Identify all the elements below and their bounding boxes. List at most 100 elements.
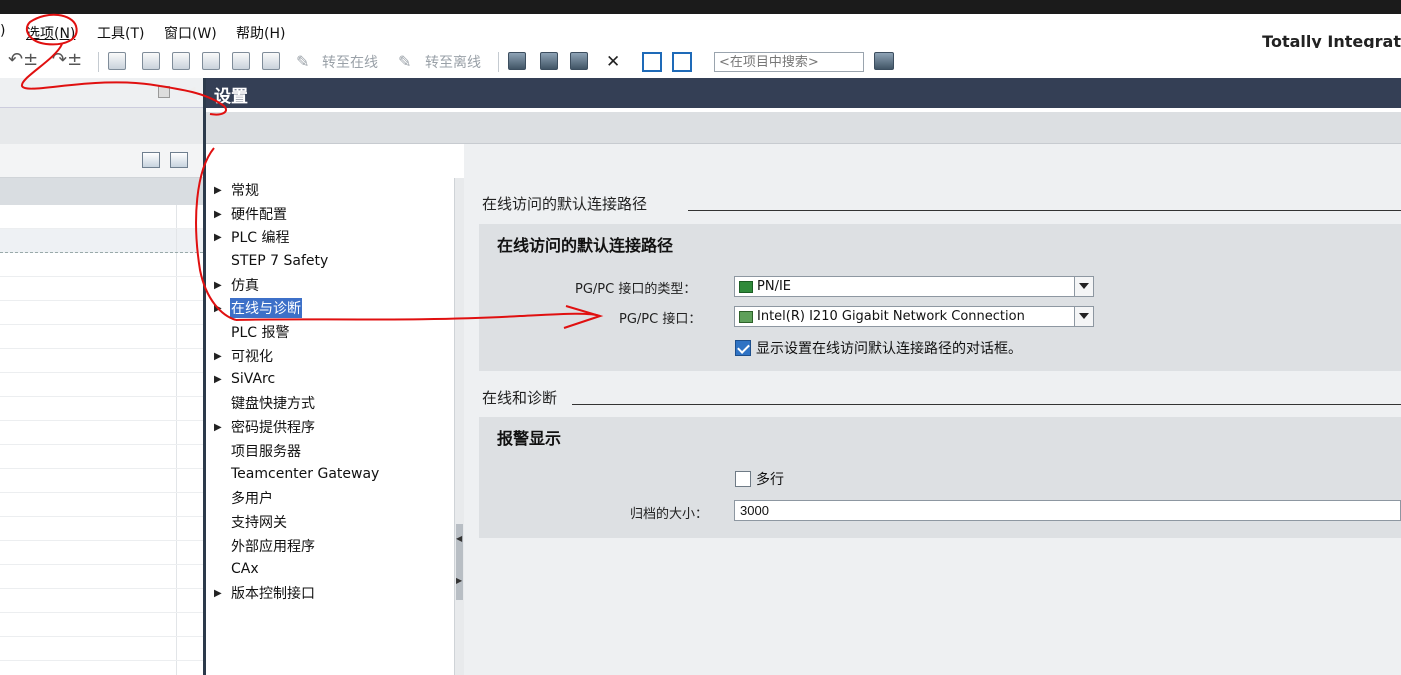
- upload-icon[interactable]: [202, 52, 220, 70]
- close-editor-icon[interactable]: ✕: [606, 52, 624, 72]
- editor-header: 设置: [206, 78, 1401, 108]
- nav-item-password-providers[interactable]: ▶ 密码提供程序: [214, 416, 316, 438]
- nav-item-cax[interactable]: CAx: [214, 558, 260, 580]
- split-horizontal-icon[interactable]: [540, 52, 558, 70]
- nav-item-sivarc[interactable]: ▶ SiVArc: [214, 368, 276, 390]
- group-title-alarm-display: 报警显示: [497, 429, 562, 448]
- layout-vertical-icon[interactable]: [672, 52, 692, 72]
- tree-row[interactable]: [0, 637, 203, 661]
- menu-item-window[interactable]: 窗口(W): [164, 23, 217, 43]
- nav-item-version-control[interactable]: ▶ 版本控制接口: [214, 582, 316, 604]
- pin-icon[interactable]: [158, 86, 170, 98]
- nav-item-keyboard-shortcuts[interactable]: 键盘快捷方式: [214, 392, 316, 414]
- add-object-icon[interactable]: [170, 152, 188, 168]
- expand-arrow-icon[interactable]: ▶: [214, 232, 230, 243]
- nav-item-hardware-config[interactable]: ▶ 硬件配置: [214, 203, 288, 225]
- menu-item-help[interactable]: 帮助(H): [236, 23, 285, 43]
- nav-item-simulation[interactable]: ▶ 仿真: [214, 274, 260, 296]
- download-icon[interactable]: [172, 52, 190, 70]
- tree-row[interactable]: [0, 493, 203, 517]
- menu-item-options[interactable]: 选项(N): [26, 23, 75, 43]
- tree-row[interactable]: [0, 205, 203, 229]
- nav-item-project-server[interactable]: 项目服务器: [214, 440, 302, 462]
- expand-arrow-icon[interactable]: ▶: [214, 588, 230, 599]
- nav-item-general[interactable]: ▶ 常规: [214, 179, 260, 201]
- network-icon: [739, 281, 753, 293]
- compile-icon[interactable]: [108, 52, 126, 70]
- page-title: 设置: [214, 87, 248, 107]
- accessible-devices-icon[interactable]: [508, 52, 526, 70]
- nav-scrollbar[interactable]: ◀ ▶: [454, 178, 464, 675]
- tree-row[interactable]: [0, 349, 203, 373]
- show-dialog-checkbox[interactable]: [735, 340, 751, 356]
- nav-item-external-apps[interactable]: 外部应用程序: [214, 535, 316, 557]
- tree-row[interactable]: [0, 565, 203, 589]
- split-vertical-icon[interactable]: [570, 52, 588, 70]
- tree-row[interactable]: [0, 661, 203, 675]
- scroll-left-icon[interactable]: ◀: [456, 534, 462, 543]
- tree-row[interactable]: [0, 421, 203, 445]
- go-online-button[interactable]: 转至在线: [322, 52, 378, 72]
- tree-row[interactable]: [0, 517, 203, 541]
- dropdown-button[interactable]: [1074, 277, 1093, 296]
- menu-item-tools[interactable]: 工具(T): [97, 23, 144, 43]
- nav-item-plc-alarms[interactable]: PLC 报警: [214, 321, 290, 343]
- pgpc-interface-select[interactable]: Intel(R) I210 Gigabit Network Connection: [734, 306, 1094, 327]
- menu-item-cut-off[interactable]: ): [0, 23, 5, 39]
- expand-arrow-icon[interactable]: ▶: [214, 351, 230, 362]
- expand-arrow-icon[interactable]: ▶: [214, 422, 230, 433]
- editor-subheader: [206, 112, 1401, 144]
- multiline-checkbox[interactable]: [735, 471, 751, 487]
- tree-row[interactable]: [0, 301, 203, 325]
- tree-row[interactable]: [0, 373, 203, 397]
- pgpc-type-label: PG/PC 接口的类型：: [575, 282, 697, 297]
- pgpc-type-select[interactable]: PN/IE: [734, 276, 1094, 297]
- tree-row[interactable]: [0, 469, 203, 493]
- expand-arrow-icon[interactable]: ▶: [214, 209, 230, 220]
- tree-row[interactable]: [0, 229, 203, 253]
- tree-row[interactable]: [0, 397, 203, 421]
- archive-size-input[interactable]: [734, 500, 1401, 521]
- tree-row[interactable]: [0, 541, 203, 565]
- project-search-input[interactable]: [714, 52, 864, 72]
- nav-item-step7-safety[interactable]: STEP 7 Safety: [214, 250, 329, 272]
- collapse-left-icon[interactable]: ◀: [183, 82, 195, 101]
- nav-item-teamcenter-gateway[interactable]: Teamcenter Gateway: [214, 463, 380, 485]
- tree-row[interactable]: [0, 613, 203, 637]
- nav-item-support-gateway[interactable]: 支持网关: [214, 511, 288, 533]
- go-online-icon[interactable]: ✎: [296, 52, 314, 71]
- nav-item-plc-programming[interactable]: ▶ PLC 编程: [214, 226, 290, 248]
- tree-row[interactable]: [0, 277, 203, 301]
- layout-horizontal-icon[interactable]: [642, 52, 662, 72]
- chevron-down-icon: [1079, 283, 1089, 289]
- overview-icon[interactable]: [142, 152, 160, 168]
- project-tree-pane: ◀: [0, 78, 203, 675]
- nav-item-multiuser[interactable]: 多用户: [214, 487, 274, 509]
- network-card-icon: [739, 311, 753, 323]
- menu-bar: ) 选项(N) 工具(T) 窗口(W) 帮助(H) Totally Integr…: [0, 14, 1401, 51]
- dropdown-button[interactable]: [1074, 307, 1093, 326]
- binoculars-search-icon[interactable]: [874, 52, 894, 70]
- expand-arrow-icon[interactable]: ▶: [214, 303, 230, 314]
- start-simulation-icon[interactable]: [232, 52, 250, 70]
- undo-icon[interactable]: ↶±: [8, 49, 38, 70]
- tree-row[interactable]: [0, 325, 203, 349]
- redo-icon[interactable]: ↷±: [52, 49, 82, 70]
- expand-arrow-icon[interactable]: ▶: [214, 185, 230, 196]
- tree-row[interactable]: [0, 253, 203, 277]
- scroll-right-icon[interactable]: ▶: [456, 576, 462, 585]
- tree-row[interactable]: [0, 445, 203, 469]
- expand-arrow-icon[interactable]: ▶: [214, 374, 230, 385]
- show-dialog-label: 显示设置在线访问默认连接路径的对话框。: [756, 341, 1022, 357]
- download-to-device-icon[interactable]: [142, 52, 160, 70]
- chevron-down-icon: [1079, 313, 1089, 319]
- go-offline-icon[interactable]: ✎: [398, 52, 416, 71]
- tree-row[interactable]: [0, 589, 203, 613]
- nav-item-online-diagnostics[interactable]: ▶ 在线与诊断: [214, 297, 302, 319]
- go-offline-button[interactable]: 转至离线: [425, 52, 481, 72]
- section-rule: [688, 210, 1401, 211]
- nav-item-visualization[interactable]: ▶ 可视化: [214, 345, 274, 367]
- expand-arrow-icon[interactable]: ▶: [214, 280, 230, 291]
- project-tree-column-header: [0, 178, 203, 205]
- start-cpu-icon[interactable]: [262, 52, 280, 70]
